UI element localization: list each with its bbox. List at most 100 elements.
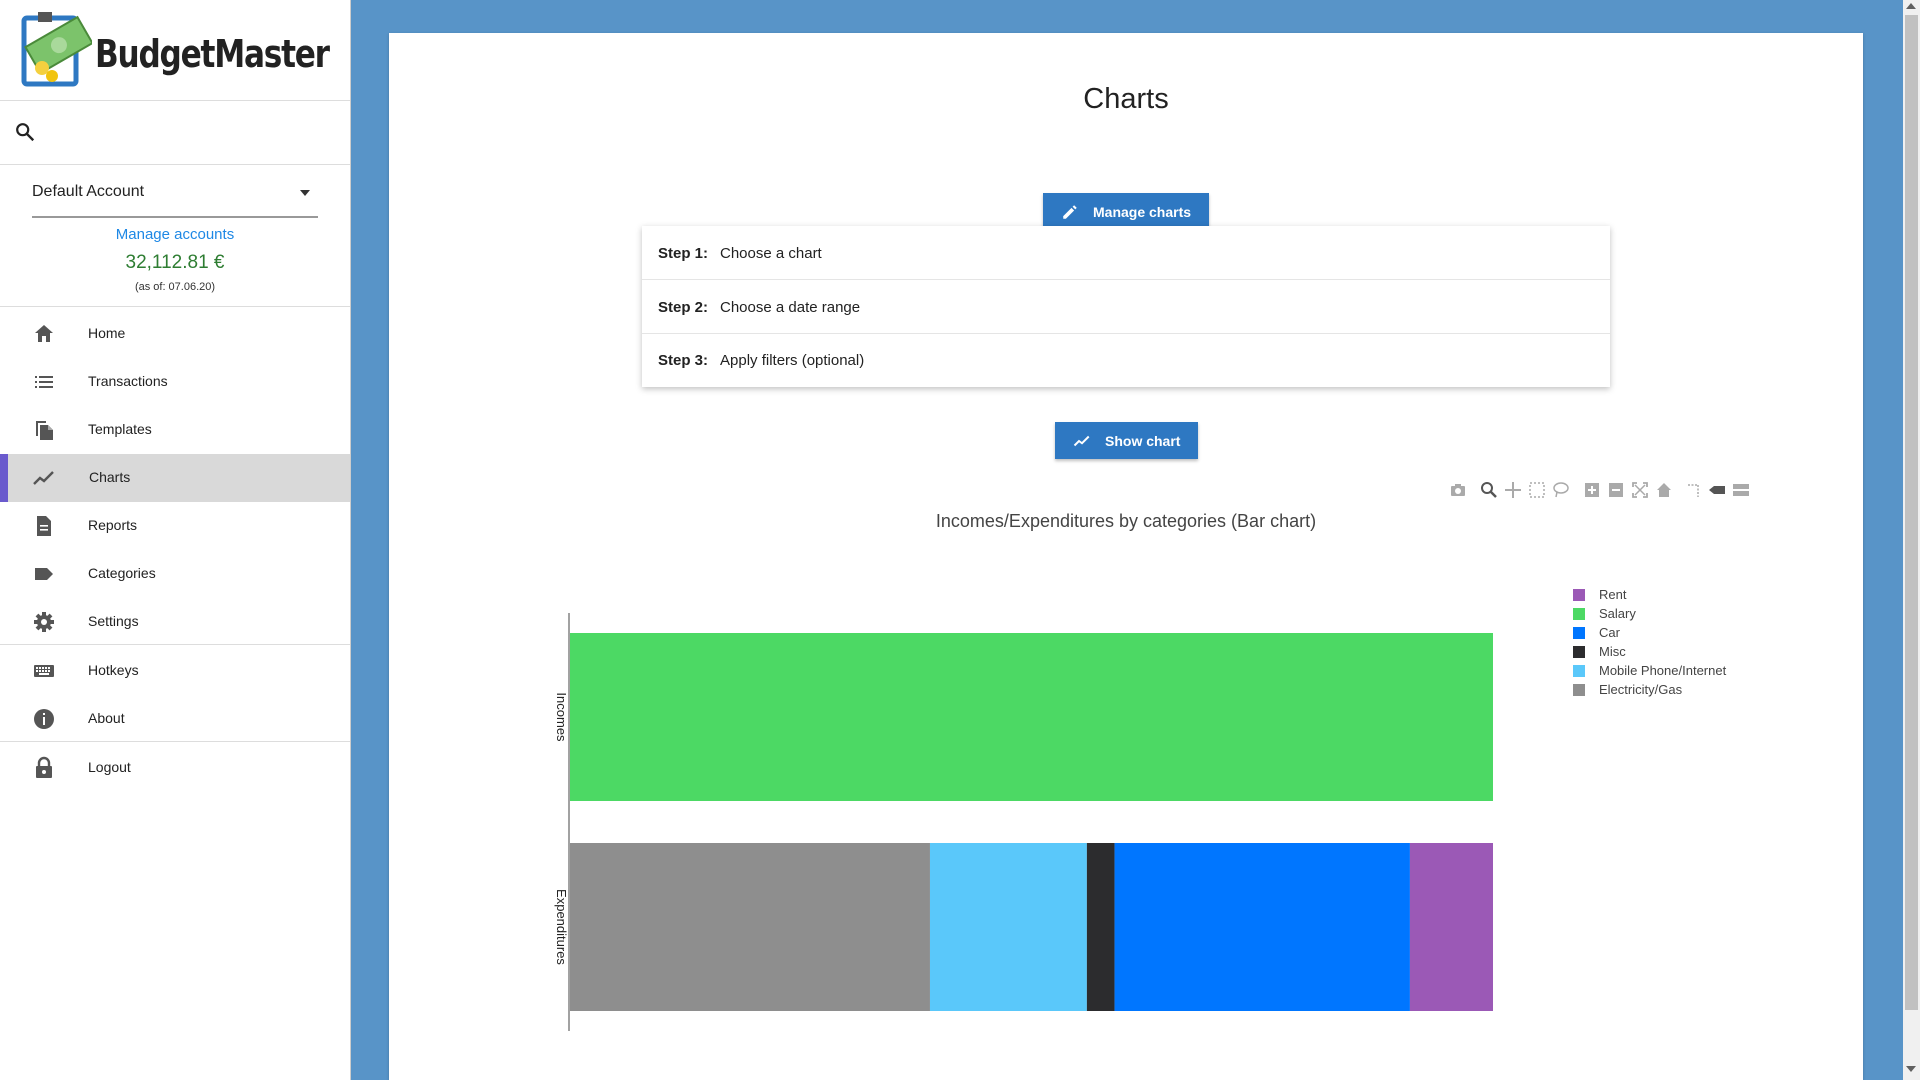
- balance-date: (as of: 07.06.20): [134, 281, 216, 293]
- document-icon: [37, 516, 51, 536]
- legend-swatch: [1573, 608, 1585, 620]
- step-text: Apply filters (optional): [720, 352, 865, 369]
- bar-chart: Incomes Expenditures: [554, 613, 1493, 1031]
- lasso-select-icon[interactable]: [1552, 481, 1570, 499]
- step-number: Step 1:: [658, 245, 709, 262]
- bar-expenditures-rent[interactable]: [1409, 843, 1493, 1011]
- app-name: BudgetMaster: [95, 32, 330, 76]
- info-icon: [34, 709, 54, 729]
- chart-bars: [570, 633, 1493, 1011]
- budgetmaster-logo-icon: [21, 12, 92, 87]
- step-text: Choose a chart: [720, 245, 822, 262]
- zoom-out-icon[interactable]: [1607, 481, 1625, 499]
- charts-card: Charts Manage charts Step 1: Choose a ch…: [389, 33, 1863, 1080]
- account-select[interactable]: Default Account: [32, 180, 318, 218]
- sidebar-item-label: About: [88, 710, 125, 726]
- sidebar-item-label: Reports: [88, 517, 138, 533]
- search-bar[interactable]: [0, 101, 350, 164]
- legend-item[interactable]: Rent: [1573, 585, 1773, 603]
- legend-swatch: [1573, 646, 1585, 658]
- legend-item[interactable]: Car: [1573, 623, 1773, 641]
- scroll-up-arrow-icon[interactable]: [1906, 3, 1916, 9]
- show-chart-button[interactable]: Show chart: [1055, 422, 1198, 459]
- bar-expenditures-misc[interactable]: [1086, 843, 1115, 1011]
- hover-compare-icon[interactable]: [1732, 481, 1750, 499]
- step-apply-filters[interactable]: Step 3: Apply filters (optional): [642, 333, 1610, 386]
- gear-icon: [34, 612, 54, 632]
- list-icon: [35, 376, 53, 388]
- sidebar-item-label: Transactions: [88, 373, 168, 389]
- scrollbar-thumb[interactable]: [1905, 15, 1918, 1010]
- sidebar: BudgetMaster Default Account Manage acco…: [0, 0, 351, 1080]
- pan-icon[interactable]: [1504, 481, 1522, 499]
- sidebar-item-transactions[interactable]: Transactions: [0, 358, 350, 406]
- manage-charts-label: Manage charts: [1093, 204, 1192, 220]
- sidebar-item-home[interactable]: Home: [0, 310, 350, 358]
- zoom-in-icon[interactable]: [1583, 481, 1601, 499]
- sidebar-item-about[interactable]: About: [0, 695, 350, 743]
- divider: [0, 741, 350, 742]
- page-title: Charts: [1083, 83, 1169, 115]
- divider: [0, 306, 350, 307]
- box-select-icon[interactable]: [1528, 481, 1546, 499]
- scroll-down-arrow-icon[interactable]: [1906, 1066, 1916, 1072]
- sidebar-item-categories[interactable]: Categories: [0, 550, 350, 598]
- hover-closest-icon[interactable]: [1708, 481, 1726, 499]
- legend-swatch: [1573, 684, 1585, 696]
- sidebar-item-label: Logout: [88, 759, 131, 775]
- line-chart-icon: [33, 471, 54, 485]
- step-text: Choose a date range: [720, 299, 861, 316]
- sidebar-item-label: Hotkeys: [88, 662, 139, 678]
- step-number: Step 3:: [658, 352, 709, 369]
- step-date-range[interactable]: Step 2: Choose a date range: [642, 280, 1610, 334]
- divider: [0, 644, 350, 645]
- sidebar-item-templates[interactable]: Templates: [0, 406, 350, 454]
- search-icon[interactable]: [14, 121, 36, 143]
- sidebar-item-logout[interactable]: Logout: [0, 744, 350, 792]
- step-number: Step 2:: [658, 299, 709, 316]
- y-tick-label-expenditures: Expenditures: [554, 889, 569, 965]
- legend-label: Electricity/Gas: [1599, 682, 1683, 697]
- camera-icon[interactable]: [1449, 481, 1467, 499]
- legend-swatch: [1573, 665, 1585, 677]
- legend-label: Mobile Phone/Internet: [1599, 663, 1727, 678]
- legend-item[interactable]: Misc: [1573, 642, 1773, 660]
- account-balance: 32,112.81 €: [125, 252, 225, 273]
- sidebar-item-label: Home: [88, 325, 126, 341]
- manage-accounts-link[interactable]: Manage accounts: [0, 226, 350, 243]
- legend-label: Misc: [1599, 644, 1626, 659]
- sidebar-item-label: Categories: [88, 565, 156, 581]
- keyboard-icon: [34, 665, 54, 677]
- line-chart-icon: [1073, 435, 1090, 447]
- legend-item[interactable]: Salary: [1573, 604, 1773, 622]
- legend-swatch: [1573, 627, 1585, 639]
- legend-item[interactable]: Electricity/Gas: [1573, 680, 1773, 698]
- step-choose-chart[interactable]: Step 1: Choose a chart: [642, 226, 1610, 280]
- spike-lines-icon[interactable]: [1685, 481, 1703, 499]
- legend-label: Salary: [1599, 606, 1636, 621]
- sidebar-item-hotkeys[interactable]: Hotkeys: [0, 647, 350, 695]
- sidebar-item-settings[interactable]: Settings: [0, 598, 350, 646]
- sidebar-item-label: Settings: [88, 613, 139, 629]
- steps-panel: Step 1: Choose a chart Step 2: Choose a …: [642, 226, 1610, 387]
- legend-label: Rent: [1599, 587, 1627, 602]
- divider: [0, 164, 350, 165]
- bar-expenditures-mobile-phone-internet[interactable]: [929, 843, 1087, 1011]
- manage-charts-button[interactable]: Manage charts: [1043, 193, 1209, 230]
- app-logo[interactable]: BudgetMaster: [20, 10, 400, 90]
- lock-icon: [36, 756, 52, 778]
- bar-expenditures-electricity-gas[interactable]: [570, 843, 930, 1011]
- home-icon: [35, 325, 53, 342]
- sidebar-item-charts[interactable]: Charts: [0, 454, 350, 502]
- dropdown-arrow-icon: [300, 190, 310, 196]
- sidebar-item-reports[interactable]: Reports: [0, 502, 350, 550]
- legend-item[interactable]: Mobile Phone/Internet: [1573, 661, 1773, 679]
- bar-incomes-salary[interactable]: [570, 633, 1493, 801]
- reset-axes-home-icon[interactable]: [1655, 481, 1673, 499]
- bar-expenditures-car[interactable]: [1114, 843, 1410, 1011]
- sidebar-item-label: Templates: [88, 421, 152, 437]
- autoscale-icon[interactable]: [1631, 481, 1649, 499]
- sidebar-item-label: Charts: [89, 469, 131, 485]
- zoom-icon[interactable]: [1480, 481, 1498, 499]
- account-select-value: Default Account: [32, 183, 145, 200]
